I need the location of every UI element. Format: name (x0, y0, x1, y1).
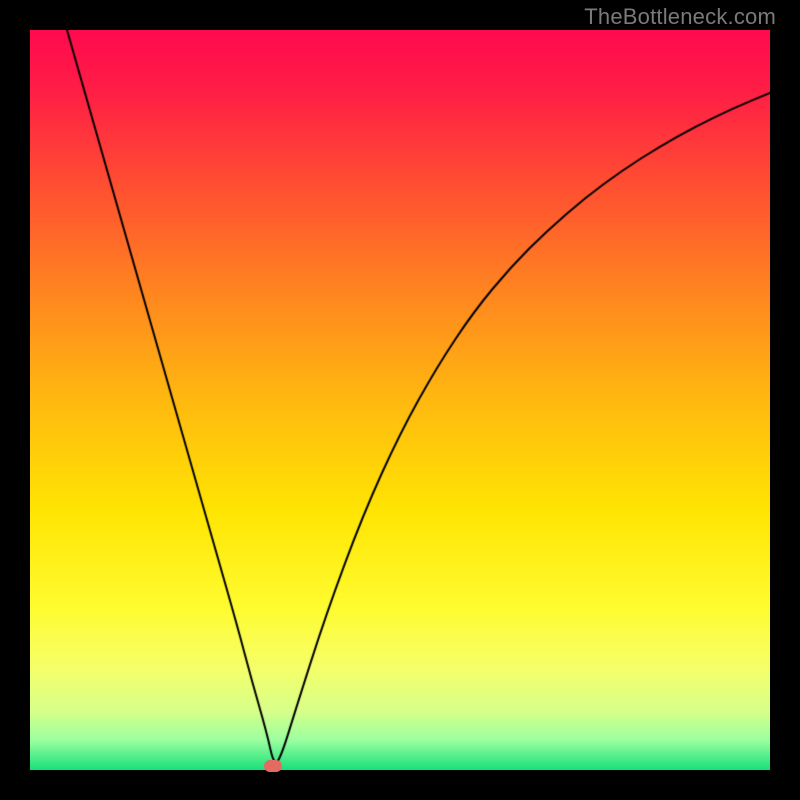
bottleneck-curve (30, 30, 770, 770)
chart-frame: TheBottleneck.com (0, 0, 800, 800)
optimum-marker (264, 760, 282, 772)
watermark-text: TheBottleneck.com (584, 4, 776, 30)
plot-area (30, 30, 770, 770)
